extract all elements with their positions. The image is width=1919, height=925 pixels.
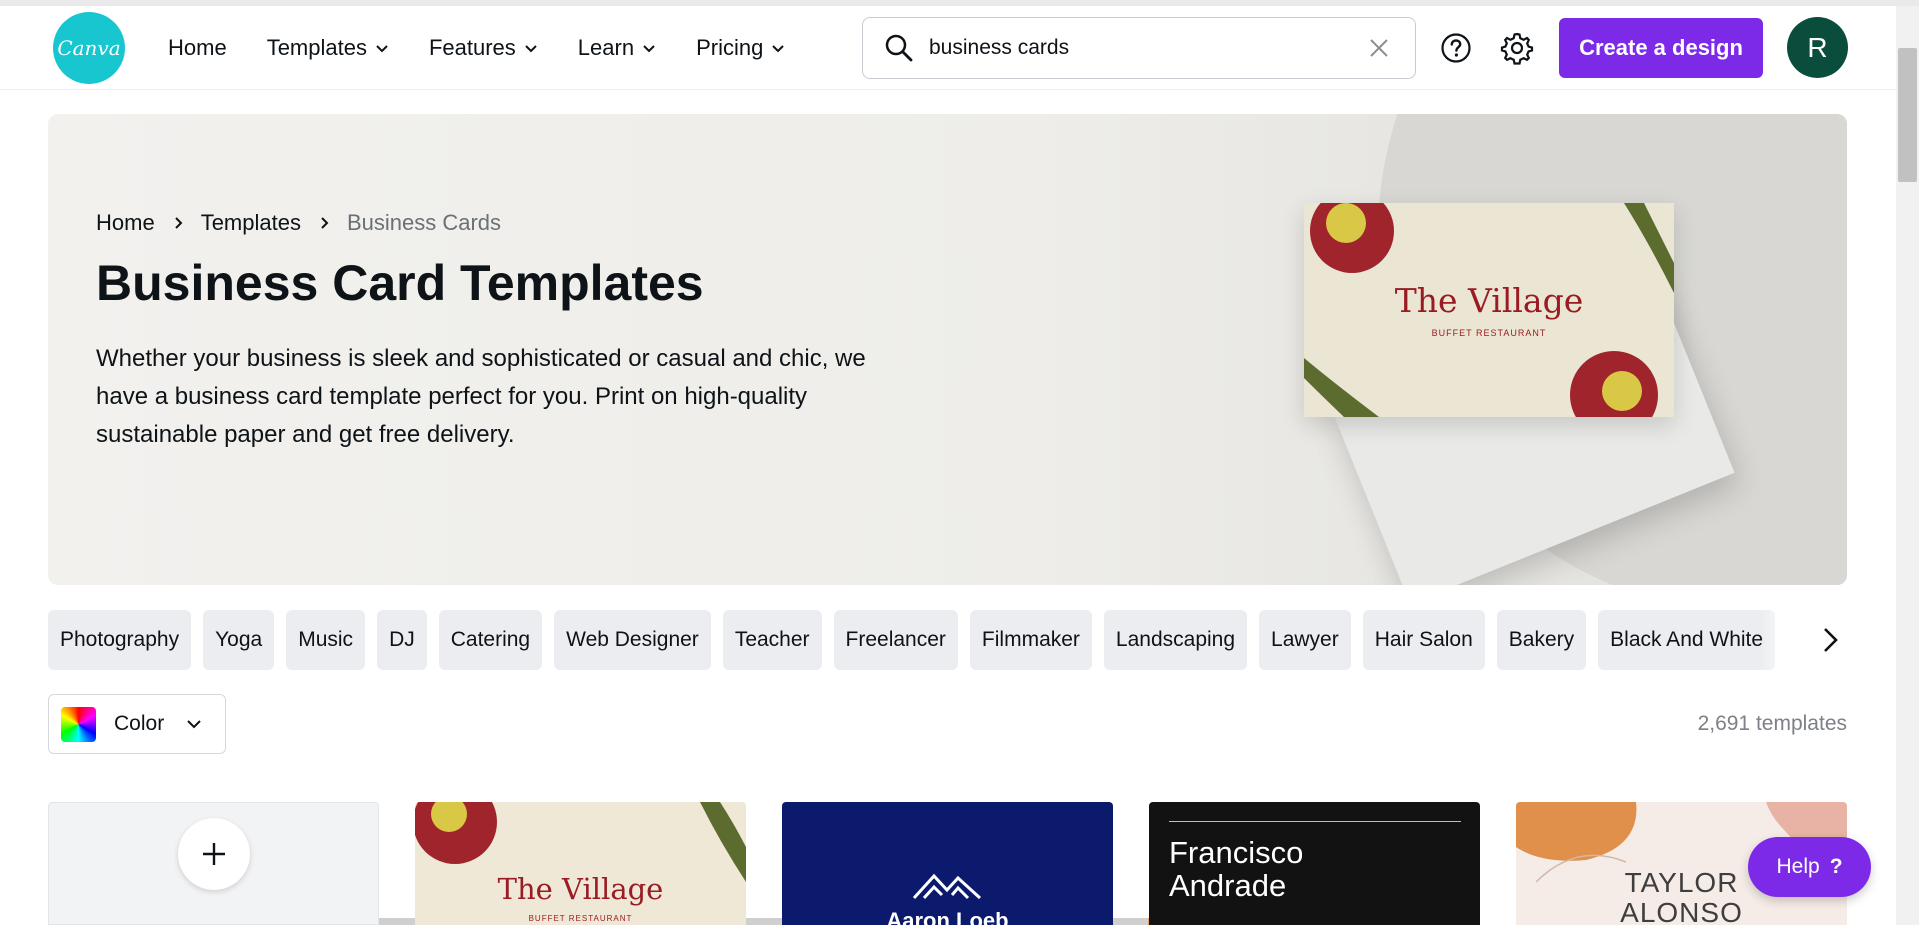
color-filter-label: Color: [114, 712, 165, 735]
template-count: 2,691 templates: [1697, 712, 1847, 735]
nav-learn[interactable]: Learn: [578, 35, 656, 61]
chip-catering[interactable]: Catering: [438, 610, 543, 670]
template-title: The Village: [497, 872, 664, 906]
page-title: Business Card Templates: [96, 255, 704, 311]
chip-teacher[interactable]: Teacher: [722, 610, 822, 670]
hero-business-card-image: The Village BUFFET RESTAURANT: [1304, 203, 1674, 417]
hero-card-title: The Village: [1394, 281, 1584, 320]
chip-music[interactable]: Music: [286, 610, 366, 670]
chip-bakery[interactable]: Bakery: [1496, 610, 1587, 670]
breadcrumb: Home Templates Business Cards: [96, 210, 501, 236]
color-swatch-icon: [61, 706, 96, 742]
chevron-right-icon: [321, 217, 329, 229]
plus-icon[interactable]: [178, 818, 250, 890]
mountain-logo-icon: [912, 873, 982, 900]
search-input[interactable]: [929, 36, 1349, 60]
divider: [1169, 821, 1461, 822]
create-design-button[interactable]: Create a design: [1559, 18, 1763, 78]
chevron-right-icon[interactable]: [1817, 625, 1843, 655]
nav-templates[interactable]: Templates: [267, 35, 389, 61]
chip-web-designer[interactable]: Web Designer: [554, 610, 711, 670]
page-description: Whether your business is sleek and sophi…: [96, 345, 866, 448]
hero-card-subtitle: BUFFET RESTAURANT: [1431, 328, 1547, 338]
chevron-down-icon: [187, 720, 201, 729]
create-blank-tile[interactable]: [48, 802, 379, 925]
template-subtitle: BUFFET RESTAURANT: [528, 914, 633, 923]
template-title: Aaron Loeb: [886, 908, 1009, 925]
chip-black-and-white[interactable]: Black And White: [1598, 610, 1776, 670]
top-navbar: Canva Home Templates Features Learn Pric…: [0, 6, 1896, 90]
template-card-navy[interactable]: Aaron Loeb: [782, 802, 1113, 925]
search-icon: [885, 34, 913, 62]
color-filter-dropdown[interactable]: Color: [48, 694, 226, 754]
canva-logo[interactable]: Canva: [53, 12, 125, 84]
chip-yoga[interactable]: Yoga: [203, 610, 275, 670]
breadcrumb-current: Business Cards: [346, 210, 502, 235]
chip-dj[interactable]: DJ: [377, 610, 427, 670]
nav-features[interactable]: Features: [429, 35, 538, 61]
chip-freelancer[interactable]: Freelancer: [833, 610, 958, 670]
breadcrumb-home[interactable]: Home: [96, 210, 155, 236]
nav-pricing[interactable]: Pricing: [696, 35, 785, 61]
chevron-down-icon: [525, 45, 537, 53]
scrollbar-thumb[interactable]: [1898, 48, 1917, 182]
close-icon[interactable]: [1367, 36, 1391, 60]
main-nav: Home Templates Features Learn Pricing: [168, 30, 785, 66]
chevron-down-icon: [643, 45, 655, 53]
breadcrumb-templates[interactable]: Templates: [201, 210, 301, 236]
chevron-down-icon: [376, 45, 388, 53]
chevron-down-icon: [772, 45, 785, 53]
template-title: Francisco Andrade: [1169, 835, 1304, 903]
fruit-illustration: [415, 802, 746, 882]
chip-lawyer[interactable]: Lawyer: [1259, 610, 1351, 670]
avatar[interactable]: R: [1787, 17, 1848, 78]
hero-banner: Home Templates Business Cards Business C…: [48, 114, 1847, 585]
template-card-village[interactable]: The Village BUFFET RESTAURANT: [415, 802, 746, 925]
help-button[interactable]: Help ?: [1748, 837, 1871, 897]
chip-landscaping[interactable]: Landscaping: [1103, 610, 1248, 670]
category-chips: Photography Yoga Music DJ Catering Web D…: [48, 610, 1804, 670]
search-bar[interactable]: [862, 17, 1416, 79]
chevron-right-icon: [174, 217, 183, 229]
chip-photography[interactable]: Photography: [48, 610, 192, 670]
question-circle-icon[interactable]: [1440, 32, 1472, 64]
gear-icon[interactable]: [1500, 31, 1534, 65]
chip-hair-salon[interactable]: Hair Salon: [1362, 610, 1485, 670]
template-card-black[interactable]: Francisco Andrade: [1149, 802, 1480, 925]
nav-home[interactable]: Home: [168, 35, 227, 61]
question-icon: ?: [1829, 855, 1843, 878]
chip-filmmaker[interactable]: Filmmaker: [969, 610, 1092, 670]
